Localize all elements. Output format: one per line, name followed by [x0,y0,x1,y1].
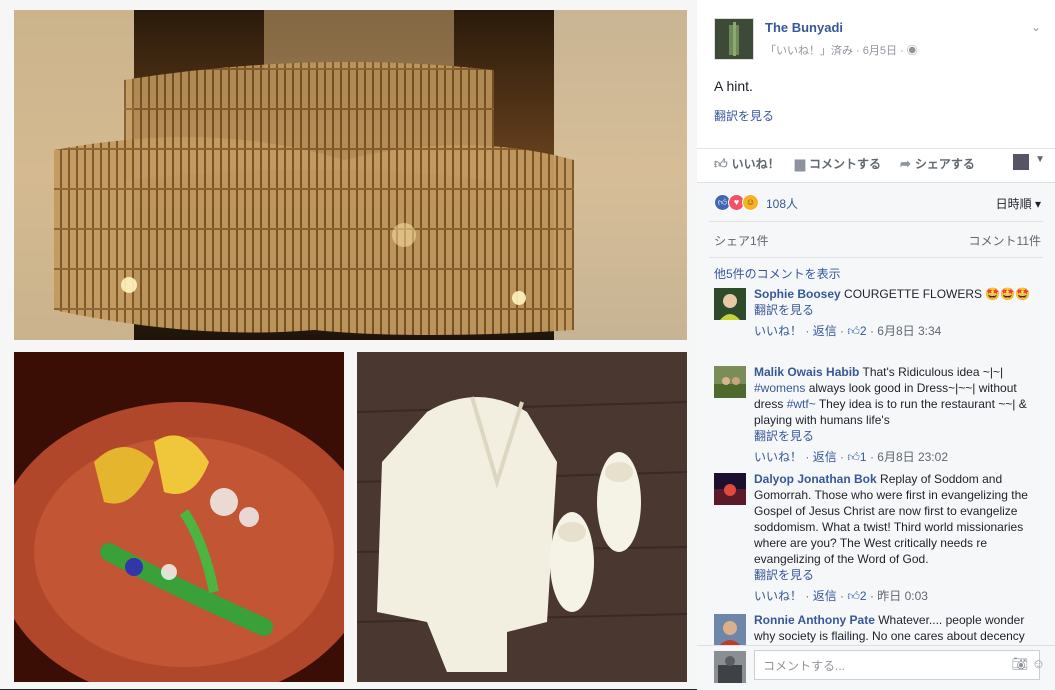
reactions-summary[interactable]: 👍︎ ♥ ☺ 108人 [714,194,798,214]
comment-time[interactable]: 6月8日 23:02 [877,450,948,464]
commenter-avatar[interactable] [714,366,746,398]
like-icon: 👍︎ [847,450,860,464]
comment-label: コメントする [809,157,882,171]
comment-count[interactable]: コメント11件 [969,232,1041,249]
post-header: The Bunyadi 「いいね！」済み · 6月5日 · ◉ ⌄ A hint… [697,0,1055,145]
commenter-avatar[interactable] [714,288,746,320]
hashtag-link[interactable]: #wtf~ [787,397,816,411]
composer-icons: 📷︎ ☺ [1012,656,1045,672]
hashtag-link[interactable]: #womens [754,381,805,395]
comment-text: Replay of Soddom and Gomorrah. Those who… [754,472,1028,566]
comment-like-count[interactable]: 2 [860,589,867,603]
comment-like-link[interactable]: いいね！ [754,324,802,338]
comment-body: Sophie Boosey COURGETTE FLOWERS 🤩🤩🤩 翻訳を見… [754,286,1046,339]
divider [709,221,1043,222]
photo-bamboo-screens[interactable] [14,10,687,340]
comment-time[interactable]: 昨日 0:03 [877,589,928,603]
caret-down-icon[interactable]: ▼ [1035,154,1045,165]
post-meta-text: 「いいね！」済み · 6月5日 · [765,45,907,57]
haha-reaction-icon: ☺ [742,194,759,211]
comment-body: Malik Owais Habib That's Ridiculous idea… [754,364,1046,465]
post-text: A hint. [714,78,753,94]
comment-composer: コメントする... 📷︎ ☺ [697,645,1055,690]
like-label: いいね！ [731,157,780,171]
like-icon: 👍︎ [847,589,860,603]
photo-bathrobe-slippers[interactable] [357,352,687,682]
sort-label: 日時順 [995,197,1032,211]
comment-reply-link[interactable]: 返信 [813,589,837,603]
post-panel: The Bunyadi 「いいね！」済み · 6月5日 · ◉ ⌄ A hint… [697,0,1055,690]
comment-translate-link[interactable]: 翻訳を見る [754,428,1046,444]
commenter-name[interactable]: Malik Owais Habib [754,365,859,379]
comment-icon: ▆ [795,156,805,171]
comment-like-link[interactable]: いいね！ [754,589,802,603]
comment-body: Dalyop Jonathan Bok Replay of Soddom and… [754,471,1046,604]
share-count[interactable]: シェア1件 [714,232,769,249]
comment-meta: いいね！ · 返信 · 👍︎1 · 6月8日 23:02 [754,450,948,464]
emoji-icon[interactable]: ☺ [1032,656,1045,671]
page-name-link[interactable]: The Bunyadi [765,20,843,35]
comment-text: That's Ridiculous idea ~|~| [862,365,1004,379]
comment-reply-link[interactable]: 返信 [813,450,837,464]
view-more-comments-link[interactable]: 他5件のコメントを表示 [714,265,841,282]
comment-translate-link[interactable]: 翻訳を見る [754,567,1046,583]
comment-button[interactable]: ▆ コメントする [795,155,881,172]
share-label: シェアする [914,157,975,171]
caret-down-icon: ▾ [1034,197,1041,211]
comment-input[interactable]: コメントする... [754,650,1040,680]
post-action-bar: 👍︎ いいね！ ▆ コメントする ➦ シェアする ▼ [697,148,1055,183]
like-icon: 👍︎ [714,156,728,171]
like-icon: 👍︎ [847,324,860,338]
chevron-down-icon[interactable]: ⌄ [1031,20,1041,34]
comment-meta: いいね！ · 返信 · 👍︎2 · 6月8日 3:34 [754,324,942,338]
comment-like-count[interactable]: 2 [860,324,867,338]
comment-body: Ronnie Anthony Pate Whatever.... people … [754,612,1046,644]
reaction-count[interactable]: 108人 [766,195,798,212]
share-icon: ➦ [900,156,911,171]
sort-dropdown[interactable]: 日時順 ▾ [996,195,1041,212]
post-as-avatar[interactable] [1013,154,1029,170]
camera-icon[interactable]: 📷︎ [1012,656,1029,671]
share-button[interactable]: ➦ シェアする [900,155,975,172]
comment-text: COURGETTE FLOWERS 🤩🤩🤩 [844,287,1031,301]
comment-translate-link[interactable]: 翻訳を見る [754,302,1046,318]
comment-time[interactable]: 6月8日 3:34 [877,324,941,338]
comment-reply-link[interactable]: 返信 [813,324,837,338]
like-button[interactable]: 👍︎ いいね！ [714,155,780,172]
comments-section: 👍︎ ♥ ☺ 108人 日時順 ▾ シェア1件 コメント11件 他5件のコメントを表… [697,182,1055,690]
comment-like-link[interactable]: いいね！ [754,450,802,464]
page-avatar[interactable] [714,18,754,60]
commenter-name[interactable]: Sophie Boosey [754,287,841,301]
user-avatar[interactable] [714,651,746,683]
commenter-avatar[interactable] [714,473,746,505]
globe-icon: ◉ [906,45,918,57]
photo-courgette-flowers[interactable] [14,352,344,682]
comment-like-count[interactable]: 1 [860,450,867,464]
commenter-avatar[interactable] [714,614,746,646]
comment-meta: いいね！ · 返信 · 👍︎2 · 昨日 0:03 [754,589,928,603]
post-translate-link[interactable]: 翻訳を見る [714,107,774,124]
commenter-name[interactable]: Ronnie Anthony Pate [754,613,875,627]
photo-collage [0,0,697,689]
commenter-name[interactable]: Dalyop Jonathan Bok [754,472,877,486]
divider [709,257,1043,258]
post-meta: 「いいね！」済み · 6月5日 · ◉ [765,42,918,58]
